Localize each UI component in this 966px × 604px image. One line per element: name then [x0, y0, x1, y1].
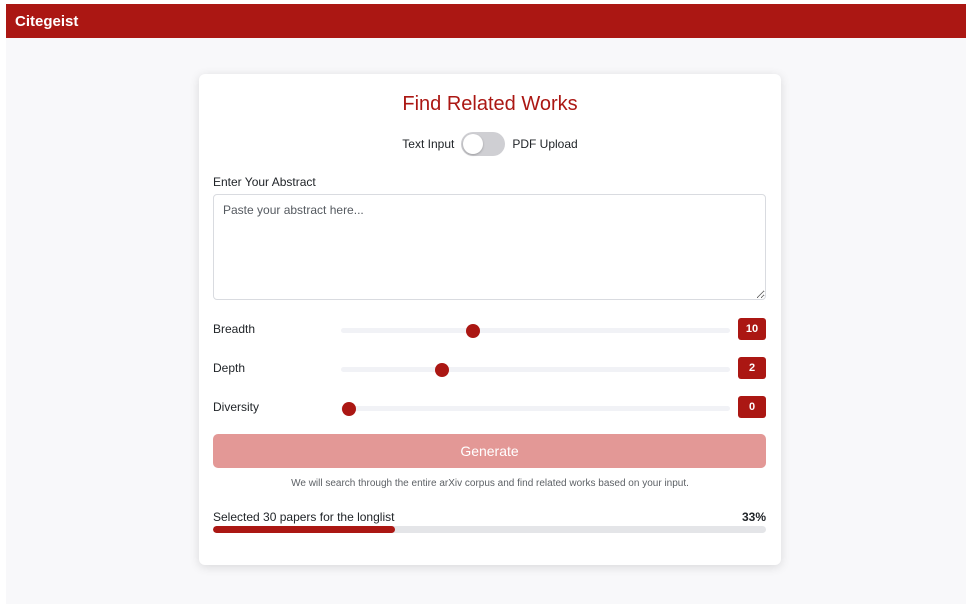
generate-button[interactable]: Generate	[213, 434, 766, 468]
depth-slider-thumb[interactable]	[435, 363, 450, 377]
progress-bar-fill	[213, 526, 396, 533]
breadth-slider-thumb[interactable]	[466, 324, 481, 338]
depth-slider-track[interactable]	[341, 363, 730, 377]
text-input-label: Text Input	[402, 137, 455, 151]
search-note: We will search through the entire arXiv …	[291, 478, 689, 489]
depth-slider-row: Depth 2	[213, 357, 766, 381]
progress-status: Selected 30 papers for the longlist	[213, 510, 395, 524]
page: Citegeist Find Related Works Text Input …	[6, 4, 966, 604]
diversity-value-badge: 0	[738, 396, 766, 418]
input-mode-switch[interactable]	[461, 132, 506, 156]
breadth-slider-track[interactable]	[341, 324, 730, 338]
switch-knob	[463, 134, 484, 154]
diversity-slider-track[interactable]	[341, 402, 730, 416]
abstract-label: Enter Your Abstract	[213, 175, 316, 189]
input-mode-toggle: Text Input PDF Upload	[199, 132, 781, 156]
breadth-value-badge: 10	[738, 318, 766, 340]
breadth-slider-row: Breadth 10	[213, 318, 766, 342]
find-related-works-card: Find Related Works Text Input PDF Upload…	[199, 74, 781, 565]
diversity-label: Diversity	[213, 400, 260, 414]
breadth-label: Breadth	[213, 322, 256, 336]
page-title: Find Related Works	[402, 93, 578, 115]
brand-logo[interactable]: Citegeist	[15, 13, 78, 30]
diversity-slider-thumb[interactable]	[341, 402, 356, 416]
diversity-slider-row: Diversity 0	[213, 396, 766, 420]
progress-bar	[213, 526, 766, 533]
depth-label: Depth	[213, 361, 246, 375]
pdf-upload-label: PDF Upload	[512, 137, 578, 151]
progress-percent: 33%	[741, 510, 766, 524]
depth-value-badge: 2	[738, 357, 766, 379]
navbar: Citegeist	[6, 4, 966, 38]
abstract-textarea[interactable]	[213, 194, 766, 300]
